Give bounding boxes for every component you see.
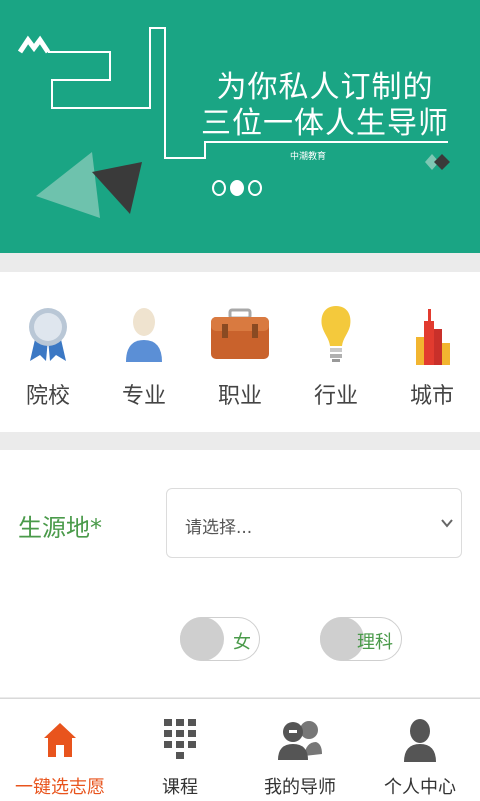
category-career[interactable]: 职业 bbox=[192, 272, 288, 432]
bottom-nav: 一键选志愿 课程 我的导师 个人中心 bbox=[0, 698, 480, 801]
origin-label: 生源地* bbox=[18, 514, 102, 542]
ribbon-medal-icon bbox=[18, 302, 78, 366]
carousel-indicator[interactable] bbox=[212, 180, 262, 196]
category-school[interactable]: 院校 bbox=[0, 272, 96, 432]
category-label: 行业 bbox=[313, 384, 358, 409]
nav-item-volunteer[interactable]: 一键选志愿 bbox=[0, 699, 120, 801]
category-label: 职业 bbox=[217, 384, 262, 409]
gender-toggle[interactable]: 女 bbox=[180, 617, 260, 661]
category-industry[interactable]: 行业 bbox=[288, 272, 384, 432]
origin-select-value: 请选择... bbox=[185, 518, 253, 538]
nav-label: 个人中心 bbox=[384, 777, 456, 798]
nav-item-mentor[interactable]: 我的导师 bbox=[240, 699, 360, 801]
keypad-grid-icon bbox=[155, 715, 205, 765]
briefcase-icon bbox=[210, 302, 270, 366]
category-label: 城市 bbox=[409, 384, 454, 409]
user-profile-icon bbox=[395, 715, 445, 765]
nav-label: 课程 bbox=[162, 777, 198, 798]
category-label: 专业 bbox=[121, 384, 166, 409]
person-bust-icon bbox=[114, 302, 174, 366]
nav-item-courses[interactable]: 课程 bbox=[120, 699, 240, 801]
category-city[interactable]: 城市 bbox=[384, 272, 480, 432]
category-strip: 院校 专业 职业 行业 城市 bbox=[0, 272, 480, 432]
gender-toggle-label: 女 bbox=[233, 632, 251, 653]
nav-label: 我的导师 bbox=[264, 777, 336, 798]
lightbulb-icon bbox=[306, 302, 366, 366]
carousel-dot[interactable] bbox=[212, 180, 226, 196]
city-buildings-icon bbox=[402, 302, 462, 366]
carousel-dot[interactable] bbox=[248, 180, 262, 196]
carousel-dot-active[interactable] bbox=[230, 180, 244, 196]
banner-title-line2: 三位一体人生导师 bbox=[201, 106, 449, 141]
toggle-knob[interactable] bbox=[180, 617, 224, 661]
subject-toggle-label: 理科 bbox=[357, 632, 393, 653]
origin-select[interactable]: 请选择... bbox=[166, 488, 462, 558]
banner-brand: 中潮教育 bbox=[289, 152, 326, 162]
nav-item-profile[interactable]: 个人中心 bbox=[360, 699, 480, 801]
nav-label: 一键选志愿 bbox=[15, 777, 105, 798]
chevron-down-icon bbox=[439, 509, 455, 541]
subject-toggle[interactable]: 理科 bbox=[320, 617, 402, 661]
category-major[interactable]: 专业 bbox=[96, 272, 192, 432]
hero-banner[interactable]: 为你私人订制的 三位一体人生导师 中潮教育 bbox=[0, 0, 480, 253]
category-label: 院校 bbox=[25, 384, 70, 409]
home-icon bbox=[35, 715, 85, 765]
mentor-chat-icon bbox=[275, 715, 325, 765]
